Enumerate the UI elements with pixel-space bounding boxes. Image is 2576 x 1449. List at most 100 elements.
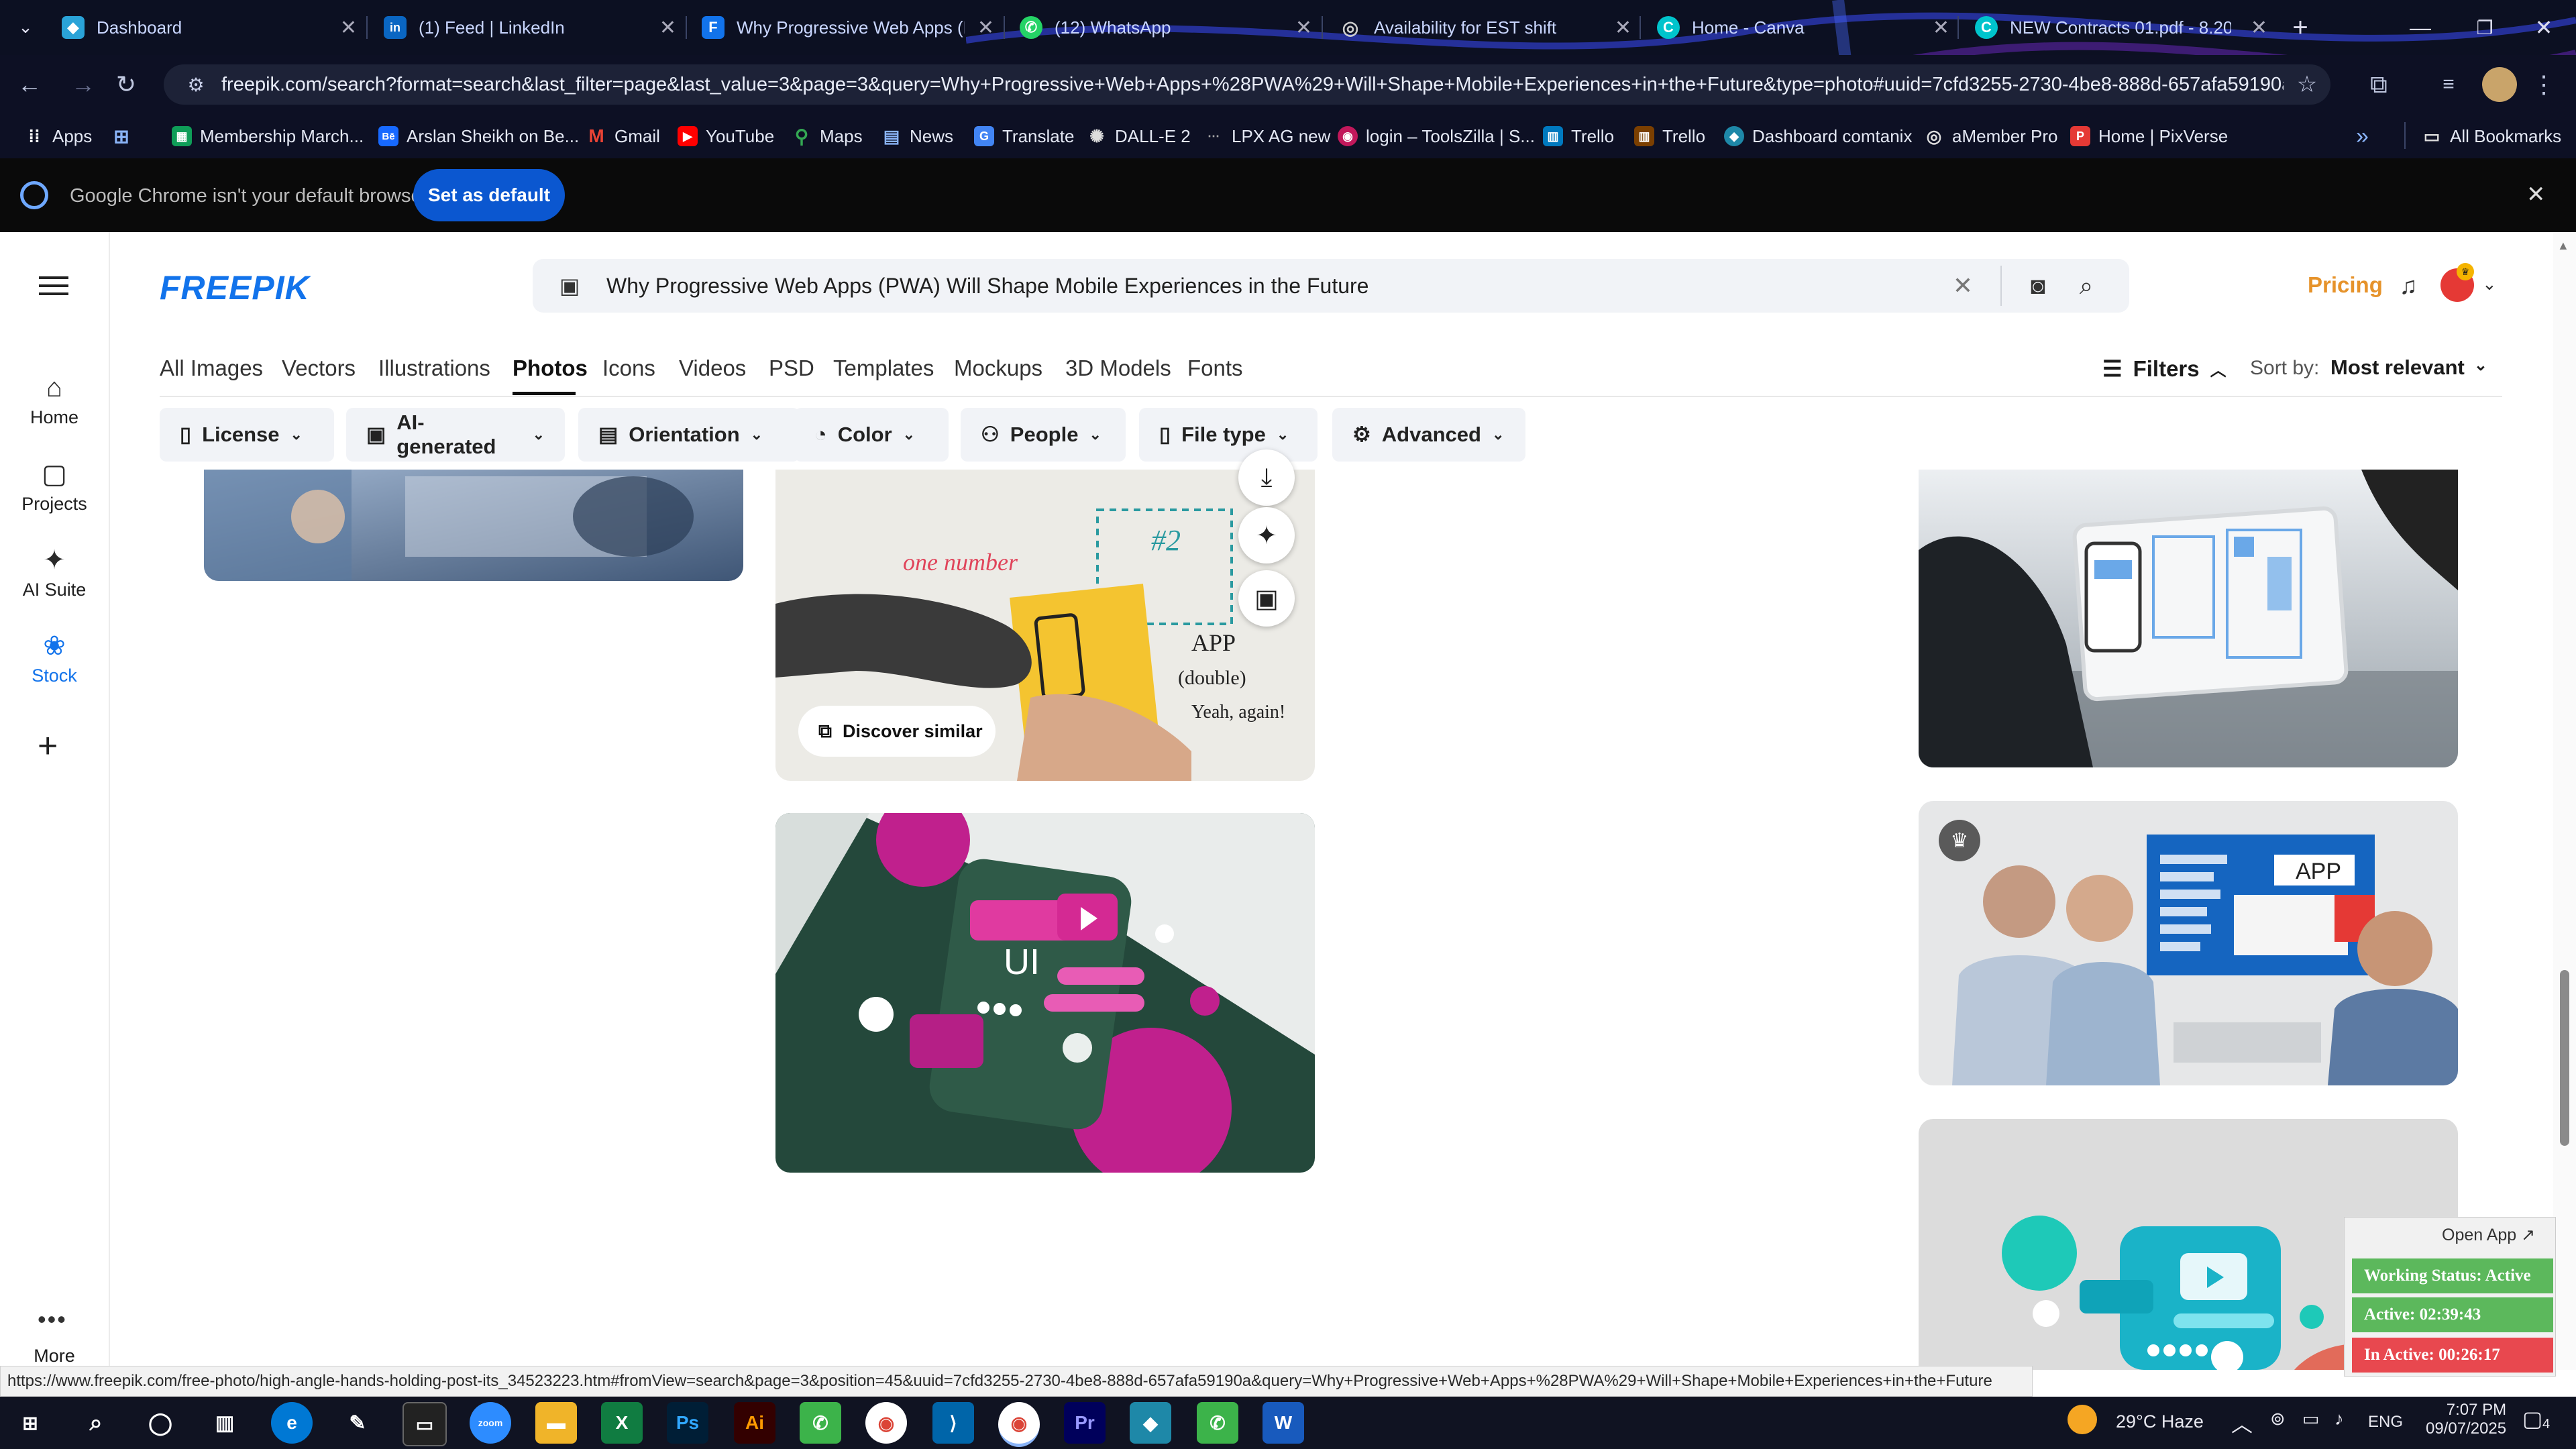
taskbar-search-icon[interactable]: ⌕	[75, 1402, 117, 1444]
tab-availability[interactable]: ◎ Availability for EST shift ✕	[1339, 5, 1631, 50]
photoshop-icon[interactable]: Ps	[667, 1402, 708, 1444]
bookmark-item[interactable]: ◎ aMember Pro	[1924, 119, 2058, 153]
premiere-icon[interactable]: Pr	[1064, 1402, 1106, 1444]
app-diamond-icon[interactable]: ◆	[1130, 1402, 1171, 1444]
tray-chevron-icon[interactable]: ︿	[2231, 1407, 2253, 1438]
notifications-icon[interactable]: ▢	[2522, 1406, 2542, 1432]
filter-color[interactable]: ◔ Color ⌄	[794, 408, 949, 462]
freepik-logo[interactable]: FREEPIK	[160, 268, 310, 307]
site-info-icon[interactable]: ⚙	[176, 74, 216, 96]
close-tab-icon[interactable]: ✕	[1615, 16, 1631, 40]
windows-start-icon[interactable]: ⊞	[9, 1402, 51, 1444]
tab-vectors[interactable]: Vectors	[282, 356, 356, 381]
tab-videos[interactable]: Videos	[679, 356, 746, 381]
tab-mockups[interactable]: Mockups	[954, 356, 1042, 381]
terminal-icon[interactable]: ▭	[402, 1402, 447, 1446]
search-bar[interactable]: ▣ Why Progressive Web Apps (PWA) Will Sh…	[533, 259, 2129, 313]
download-icon[interactable]: ⤓	[1238, 449, 1295, 506]
image-type-icon[interactable]: ▣	[559, 273, 606, 299]
filter-advanced[interactable]: ⚙ Advanced ⌄	[1332, 408, 1525, 462]
network-icon[interactable]: ▭	[2302, 1409, 2320, 1430]
close-tab-icon[interactable]: ✕	[977, 16, 994, 40]
tab-whatsapp[interactable]: ✆ (12) WhatsApp ✕	[1020, 5, 1312, 50]
filter-orientation[interactable]: ▤ Orientation ⌄	[578, 408, 800, 462]
sidebar-item-ai-suite[interactable]: ✦ AI Suite	[0, 545, 109, 600]
filter-license[interactable]: ▯ License ⌄	[160, 408, 334, 462]
more-dots-icon[interactable]: •••	[38, 1305, 67, 1334]
profile-avatar[interactable]	[2482, 67, 2517, 102]
bookmark-item[interactable]: ▶ YouTube	[678, 119, 774, 153]
bookmark-item[interactable]: ⋯ LPX AG new	[1203, 119, 1330, 153]
minimize-button[interactable]: —	[2388, 0, 2453, 55]
bookmark-item[interactable]: M Gmail	[586, 119, 660, 153]
cortana-icon[interactable]: ◯	[140, 1402, 181, 1444]
back-button[interactable]: ←	[12, 67, 47, 102]
bookmark-item[interactable]: ◆ Dashboard comtanix	[1724, 119, 1912, 153]
restore-button[interactable]: ❐	[2453, 0, 2517, 55]
filter-people[interactable]: ⚇ People ⌄	[961, 408, 1126, 462]
all-bookmarks[interactable]: ▭ All Bookmarks	[2422, 119, 2561, 153]
add-to-collection-icon[interactable]: ▣	[1238, 570, 1295, 627]
task-view-icon[interactable]: ▥	[204, 1402, 246, 1444]
bookmark-star-icon[interactable]: ☆	[2284, 71, 2330, 98]
close-tab-icon[interactable]: ✕	[659, 16, 676, 40]
new-tab-button[interactable]: +	[2284, 11, 2317, 44]
weather-icon[interactable]	[2068, 1405, 2097, 1434]
tab-templates[interactable]: Templates	[833, 356, 934, 381]
reload-button[interactable]: ↻	[109, 67, 144, 102]
bookmark-item[interactable]: ▤ News	[881, 119, 953, 153]
photo-ui-phone-pink[interactable]: UI	[775, 813, 1315, 1173]
tab-illustrations[interactable]: Illustrations	[378, 356, 490, 381]
close-window-button[interactable]: ✕	[2512, 0, 2576, 55]
add-icon[interactable]: +	[38, 726, 58, 766]
bookmark-item[interactable]: ◉ login – ToolsZilla | S...	[1338, 119, 1535, 153]
edge-icon[interactable]: e	[271, 1402, 313, 1444]
bookmark-apps[interactable]: ⁞⁞ Apps	[24, 119, 92, 153]
set-as-default-button[interactable]: Set as default	[413, 169, 565, 221]
close-infobar-icon[interactable]: ✕	[2526, 181, 2546, 208]
bookmark-item[interactable]: Bē Arslan Sheikh on Be...	[378, 119, 579, 153]
tab-freepik-active[interactable]: F Why Progressive Web Apps (PW ✕	[702, 5, 994, 50]
close-tab-icon[interactable]: ✕	[1933, 16, 1949, 40]
tab-contracts-pdf[interactable]: C NEW Contracts 01.pdf - 8.208 ✕	[1975, 5, 2267, 50]
weather-text[interactable]: 29°C Haze	[2116, 1411, 2204, 1432]
tab-groups-icon[interactable]: ⊞	[111, 119, 131, 153]
scroll-up-arrow-icon[interactable]: ▲	[2557, 239, 2569, 253]
address-bar[interactable]: ⚙ freepik.com/search?format=search&last_…	[164, 64, 2330, 105]
filter-ai-generated[interactable]: ▣ AI-generated ⌄	[346, 408, 565, 462]
green-app-2-icon[interactable]: ✆	[1197, 1402, 1238, 1444]
bookmark-item[interactable]: ✺ DALL-E 2	[1087, 119, 1191, 153]
close-tab-icon[interactable]: ✕	[340, 16, 357, 40]
page-scrollbar-thumb[interactable]	[2560, 970, 2569, 1146]
tab-linkedin[interactable]: in (1) Feed | LinkedIn ✕	[384, 5, 676, 50]
tab-fonts[interactable]: Fonts	[1187, 356, 1243, 381]
chrome-active-icon[interactable]: ◉	[998, 1402, 1040, 1447]
tab-dashboard[interactable]: ◆ Dashboard ✕	[62, 5, 357, 50]
pricing-link[interactable]: Pricing	[2308, 272, 2383, 298]
file-explorer-icon[interactable]: ▬	[535, 1402, 577, 1444]
excel-icon[interactable]: X	[601, 1402, 643, 1444]
bookmark-item[interactable]: ⚲ Maps	[792, 119, 863, 153]
sidebar-item-home[interactable]: ⌂ Home	[0, 373, 109, 428]
tab-3d-models[interactable]: 3D Models	[1065, 356, 1171, 381]
bookmark-item[interactable]: P Home | PixVerse	[2070, 119, 2228, 153]
sort-dropdown[interactable]: Most relevant ⌄	[2330, 356, 2487, 380]
search-input[interactable]: Why Progressive Web Apps (PWA) Will Shap…	[606, 274, 1368, 299]
media-control-icon[interactable]: ≡	[2431, 67, 2466, 102]
tab-icons[interactable]: Icons	[602, 356, 655, 381]
chrome-menu-icon[interactable]: ⋮	[2526, 67, 2561, 102]
tab-all-images[interactable]: All Images	[160, 356, 263, 381]
photo-meeting-app-screen[interactable]: APP ♛	[1919, 801, 2458, 1085]
meet-now-icon[interactable]: ⊚	[2270, 1409, 2286, 1430]
photo-office-meeting[interactable]	[204, 470, 743, 581]
filter-file-type[interactable]: ▯ File type ⌄	[1139, 408, 1318, 462]
photo-tablet-wireframe[interactable]	[1919, 470, 2458, 767]
tab-search-chevron-icon[interactable]: ⌄	[12, 13, 39, 40]
bookmark-item[interactable]: ▥ Trello	[1634, 119, 1705, 153]
chrome-icon[interactable]: ◉	[865, 1402, 907, 1444]
forward-button[interactable]: →	[66, 67, 101, 102]
bookmark-item[interactable]: ▦ Membership March...	[172, 119, 364, 153]
sidebar-item-projects[interactable]: ▢ Projects	[0, 459, 109, 515]
zoom-icon[interactable]: zoom	[470, 1402, 511, 1444]
filters-toggle[interactable]: ☰ Filters ︿	[2102, 356, 2226, 382]
